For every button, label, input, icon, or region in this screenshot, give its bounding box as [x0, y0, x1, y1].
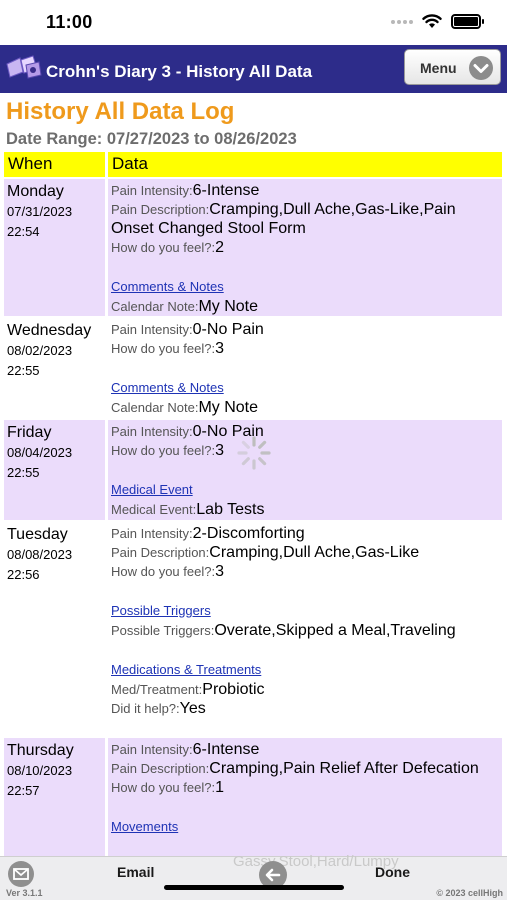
- did-it-help-value: Yes: [179, 700, 206, 717]
- day-name: Thursday: [7, 742, 74, 759]
- medical-event-link[interactable]: Medical Event: [111, 480, 502, 500]
- entry-date: 08/08/2023: [7, 547, 73, 562]
- possible-triggers-link[interactable]: Possible Triggers: [111, 601, 502, 621]
- status-icons: [391, 14, 484, 29]
- data-cell: Pain Intensity:0-No Pain How do you feel…: [108, 420, 502, 520]
- status-time: 11:00: [46, 12, 93, 32]
- pain-description-label: Pain Description:: [111, 202, 210, 217]
- entry-time: 22:54: [7, 224, 40, 239]
- feel-value: 3: [215, 340, 224, 357]
- when-column-header: When: [4, 152, 105, 177]
- when-cell: Tuesday 08/08/2023 22:56: [4, 522, 105, 736]
- pain-intensity-value: 6-Intense: [192, 182, 260, 199]
- day-name: Friday: [7, 424, 52, 441]
- entry-date: 08/02/2023: [7, 343, 73, 358]
- entry-date: 08/04/2023: [7, 445, 73, 460]
- comments-notes-link[interactable]: Comments & Notes: [111, 277, 502, 297]
- page-title: History All Data Log: [6, 98, 235, 125]
- spinner-icon: [237, 436, 271, 470]
- entry-time: 22:55: [7, 363, 40, 378]
- status-bar: 11:00: [0, 0, 507, 45]
- menu-button[interactable]: Menu: [404, 49, 501, 85]
- data-cell: Pain Intensity:2-Discomforting Pain Desc…: [108, 522, 502, 736]
- feel-value: 1: [215, 779, 224, 796]
- data-cell: Pain Intensity:6-Intense Pain Descriptio…: [108, 179, 502, 316]
- med-treatment-value: Probiotic: [202, 681, 265, 698]
- email-icon[interactable]: [8, 861, 34, 887]
- pain-description-label: Pain Description:: [111, 761, 210, 776]
- pain-intensity-label: Pain Intensity:: [111, 424, 193, 439]
- medical-event-label: Medical Event:: [111, 502, 197, 517]
- entry-time: 22:55: [7, 465, 40, 480]
- bottom-toolbar: Gassy,Stool,Hard/Lumpy Email Done Ver 3.…: [0, 853, 507, 900]
- date-range: Date Range: 07/27/2023 to 08/26/2023: [6, 130, 297, 148]
- data-cell: Pain Intensity:6-Intense Pain Descriptio…: [108, 738, 502, 856]
- done-button[interactable]: Done: [375, 864, 410, 880]
- did-it-help-label: Did it help?:: [111, 701, 180, 716]
- medications-treatments-link[interactable]: Medications & Treatments: [111, 660, 502, 680]
- feel-label: How do you feel?:: [111, 564, 216, 579]
- feel-label: How do you feel?:: [111, 341, 216, 356]
- day-name: Wednesday: [7, 322, 92, 339]
- comments-notes-link[interactable]: Comments & Notes: [111, 378, 502, 398]
- feel-value: 3: [215, 563, 224, 580]
- table-header: When Data: [4, 152, 502, 177]
- cellular-signal-icon: [391, 19, 413, 24]
- history-content[interactable]: History All Data Log Date Range: 07/27/2…: [0, 93, 507, 856]
- calendar-note-value: My Note: [198, 399, 259, 416]
- menu-label: Menu: [420, 60, 457, 76]
- pain-description-value: Cramping,Pain Relief After Defecation: [209, 760, 479, 777]
- med-treatment-label: Med/Treatment:: [111, 682, 203, 697]
- data-cell: Pain Intensity:0-No Pain How do you feel…: [108, 318, 502, 418]
- table-row: Tuesday 08/08/2023 22:56 Pain Intensity:…: [4, 522, 502, 736]
- pain-intensity-label: Pain Intensity:: [111, 183, 193, 198]
- movement-value-behind-toolbar: Gassy,Stool,Hard/Lumpy: [233, 853, 399, 870]
- pain-description-value: Cramping,Dull Ache,Gas-Like: [209, 544, 420, 561]
- entry-time: 22:56: [7, 567, 40, 582]
- entry-date: 07/31/2023: [7, 204, 73, 219]
- possible-triggers-label: Possible Triggers:: [111, 623, 215, 638]
- entry-time: 22:57: [7, 783, 40, 798]
- pain-description-label: Pain Description:: [111, 545, 210, 560]
- copyright-label: © 2023 cellHigh: [436, 888, 503, 898]
- email-button[interactable]: Email: [117, 864, 154, 880]
- when-cell: Monday 07/31/2023 22:54: [4, 179, 105, 316]
- feel-label: How do you feel?:: [111, 240, 216, 255]
- when-cell: Thursday 08/10/2023 22:57: [4, 738, 105, 856]
- pain-intensity-label: Pain Intensity:: [111, 526, 193, 541]
- calendar-note-label: Calendar Note:: [111, 400, 199, 415]
- battery-icon: [451, 14, 484, 29]
- nav-bar: Crohn's Diary 3 - History All Data Menu: [0, 45, 507, 93]
- entry-date: 08/10/2023: [7, 763, 73, 778]
- version-label: Ver 3.1.1: [6, 888, 43, 898]
- table-row: Wednesday 08/02/2023 22:55 Pain Intensit…: [4, 318, 502, 418]
- chevron-down-icon: [469, 56, 493, 80]
- when-cell: Wednesday 08/02/2023 22:55: [4, 318, 105, 418]
- home-indicator[interactable]: [164, 885, 344, 890]
- calendar-note-value: My Note: [198, 298, 259, 315]
- pain-intensity-value: 0-No Pain: [192, 321, 264, 338]
- app-logo-icon: [6, 55, 42, 79]
- day-name: Tuesday: [7, 526, 68, 543]
- pain-intensity-value: 6-Intense: [192, 741, 260, 758]
- feel-value: 3: [215, 442, 224, 459]
- movements-link[interactable]: Movements: [111, 817, 502, 837]
- data-column-header: Data: [108, 152, 502, 177]
- pain-intensity-label: Pain Intensity:: [111, 322, 193, 337]
- table-row: Monday 07/31/2023 22:54 Pain Intensity:6…: [4, 179, 502, 316]
- feel-value: 2: [215, 239, 224, 256]
- history-log-table: When Data Monday 07/31/2023 22:54 Pain I…: [4, 152, 502, 856]
- nav-title: Crohn's Diary 3 - History All Data: [46, 62, 313, 81]
- day-name: Monday: [7, 183, 64, 200]
- feel-label: How do you feel?:: [111, 443, 216, 458]
- medical-event-value: Lab Tests: [196, 501, 265, 518]
- when-cell: Friday 08/04/2023 22:55: [4, 420, 105, 520]
- possible-triggers-value: Overate,Skipped a Meal,Traveling: [214, 622, 456, 639]
- feel-label: How do you feel?:: [111, 780, 216, 795]
- wifi-icon: [422, 14, 442, 28]
- pain-intensity-label: Pain Intensity:: [111, 742, 193, 757]
- calendar-note-label: Calendar Note:: [111, 299, 199, 314]
- table-row: Thursday 08/10/2023 22:57 Pain Intensity…: [4, 738, 502, 856]
- pain-intensity-value: 2-Discomforting: [192, 525, 305, 542]
